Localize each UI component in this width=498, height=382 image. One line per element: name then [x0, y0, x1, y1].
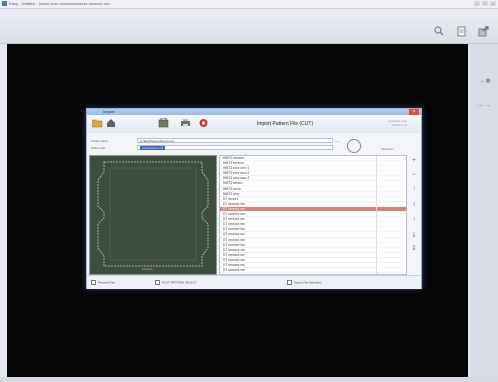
close-window-button[interactable]: × [490, 1, 496, 6]
remove-button[interactable]: − [410, 171, 418, 179]
folder-path-field[interactable]: C:\ECS\Nxxxx\Dxxxxxxxx [137, 138, 333, 143]
checkbox-icon [91, 280, 96, 285]
gauge-icon [347, 139, 361, 153]
info-line-2: xxxxxx x xx [391, 123, 407, 127]
page-icon[interactable] [454, 25, 468, 37]
browse-button[interactable]: … [333, 138, 341, 144]
minimize-button[interactable]: – [474, 1, 480, 6]
folder-row: Folder name C:\ECS\Nxxxx\Dxxxxxxxx [87, 138, 421, 144]
plot-pattern-label: PLOT PATTERN SELECT [162, 280, 197, 285]
pattern-outline-icon [97, 161, 209, 267]
right-side-panel: →■ →→ [470, 44, 498, 377]
status-bar [0, 377, 498, 382]
pattern-file-list[interactable]: HIBT2 xxxxxxx HIBT3 xxxxxxx HIBT3 xxxx xxx… [219, 155, 407, 275]
dialog-heading: Import Pattern File (CUT) [257, 121, 314, 127]
home-icon[interactable] [105, 118, 117, 130]
file-label: Pattern file [91, 146, 106, 150]
open-folder-icon[interactable] [91, 118, 103, 130]
side-button-next[interactable]: →■ [474, 74, 494, 88]
import-attributes-label: Import File Attributes [294, 280, 322, 285]
file-name-selection: xxxxxxxxxxx.cut [140, 146, 166, 150]
add-button[interactable]: + [410, 157, 418, 165]
preview-part-label: Preview Part [98, 280, 116, 285]
import-dialog: Import × Import Pattern File (CUT) xxxxx… [86, 108, 422, 289]
pattern-icon[interactable] [157, 117, 169, 130]
preview-caption: xxxxxxx [142, 267, 153, 271]
settings-icon[interactable] [197, 118, 209, 130]
list-side-buttons: + − ↑ ↕ ↓ ⤓ ↧ [409, 155, 419, 273]
file-name-field[interactable]: xxxxxxxxxxx.cut [137, 145, 333, 150]
folder-label: Folder name [91, 139, 108, 143]
pattern-preview: xxxxxxx [89, 155, 217, 275]
main-toolbar [0, 17, 498, 44]
file-list-item[interactable]: DT xxxxxxx xxx [220, 268, 406, 274]
dialog-info: xxxxxxxx xxxx xxxxxx x xx [388, 119, 407, 127]
export-icon[interactable] [476, 25, 490, 37]
maximize-button[interactable]: □ [482, 1, 488, 6]
import-selected-button[interactable]: ↧ [410, 245, 418, 253]
side-button-forward[interactable]: →→ [474, 98, 494, 112]
move-up-button[interactable]: ↑ [410, 185, 418, 193]
checkbox-icon [155, 280, 160, 285]
move-down-button[interactable]: ↓ [410, 215, 418, 223]
import-all-button[interactable]: ⤓ [410, 231, 418, 239]
dialog-toolbar: Import Pattern File (CUT) xxxxxxxx xxxx … [87, 115, 421, 133]
list-column-divider [376, 156, 377, 274]
menubar: File Pattern Tools Help [0, 9, 498, 23]
window-title: Easy - Untitled - Xxxxx xxxx xxxxxxxxxxx… [9, 1, 110, 6]
app-icon [2, 1, 7, 6]
plot-pattern-option[interactable]: PLOT PATTERN SELECT [155, 280, 197, 285]
window-titlebar: Easy - Untitled - Xxxxx xxxx xxxxxxxxxxx… [0, 0, 498, 9]
checkbox-icon [287, 280, 292, 285]
file-row: Pattern file xxxxxxxxxxx.cut [87, 145, 421, 151]
magnifier-icon[interactable] [432, 25, 446, 37]
print-icon[interactable] [179, 118, 191, 130]
selection-label: Selection [381, 147, 394, 151]
dialog-options: Preview Part PLOT PATTERN SELECT Import … [87, 275, 421, 289]
import-attributes-option[interactable]: Import File Attributes [287, 280, 322, 285]
preview-part-option[interactable]: Preview Part [91, 280, 115, 285]
reorder-button[interactable]: ↕ [410, 201, 418, 209]
